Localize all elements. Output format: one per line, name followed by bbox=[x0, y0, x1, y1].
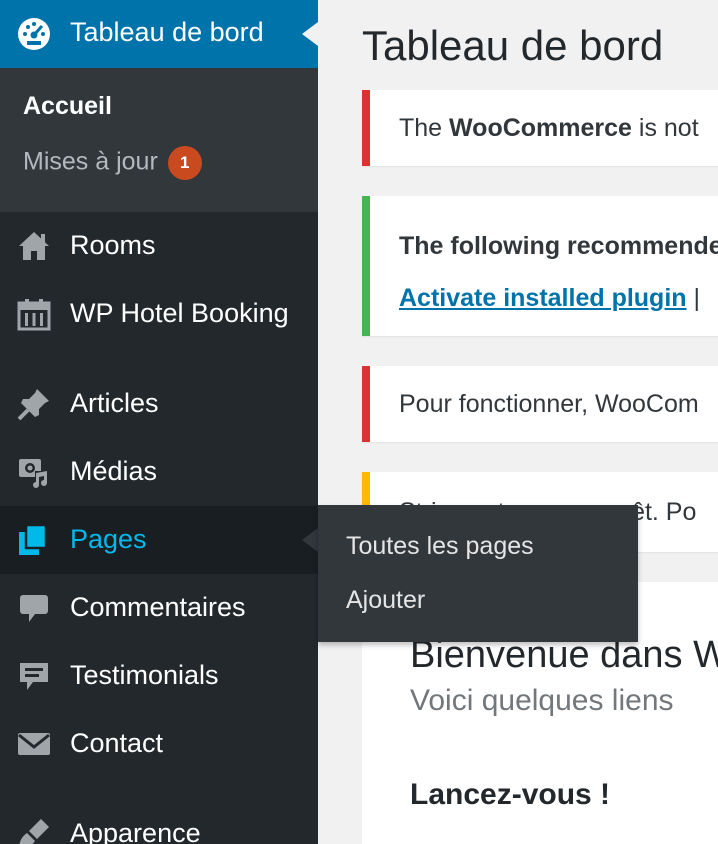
menu-item-medias[interactable]: Médias bbox=[0, 438, 318, 506]
menu-label: WP Hotel Booking bbox=[70, 298, 289, 328]
menu-item-wp-hotel-booking[interactable]: WP Hotel Booking bbox=[0, 280, 318, 348]
menu-label: Commentaires bbox=[70, 592, 246, 622]
menu-item-rooms[interactable]: Rooms bbox=[0, 212, 318, 280]
notice-error-bar bbox=[362, 366, 370, 442]
main-content: Tableau de bord The WooCommerce is not T… bbox=[318, 0, 718, 844]
menu-label: Contact bbox=[70, 728, 164, 758]
menu-label: Pages bbox=[70, 524, 147, 554]
notice-text: Pour fonctionner, WooCom bbox=[399, 390, 699, 418]
menu-item-testimonials[interactable]: Testimonials bbox=[0, 642, 318, 710]
dashboard-submenu: Accueil Mises à jour 1 bbox=[0, 68, 318, 212]
menu-label: Apparence bbox=[70, 818, 201, 844]
notice-prefix: The bbox=[399, 114, 450, 142]
notice-woocommerce: The WooCommerce is not bbox=[362, 90, 718, 166]
flyout-arrow bbox=[302, 528, 318, 552]
flyout-item-all-pages[interactable]: Toutes les pages bbox=[346, 532, 534, 561]
brush-icon bbox=[17, 817, 51, 844]
pages-flyout-menu: Toutes les pages Ajouter bbox=[318, 505, 638, 642]
admin-sidebar: Tableau de bord Accueil Mises à jour 1 Ro… bbox=[0, 0, 318, 844]
menu-item-apparence[interactable]: Apparence bbox=[0, 800, 318, 844]
menu-item-dashboard[interactable]: Tableau de bord bbox=[0, 0, 318, 68]
current-arrow bbox=[302, 22, 318, 46]
notice-recommended-plugins: The following recommended Activate insta… bbox=[362, 196, 718, 336]
calendar-icon bbox=[17, 297, 51, 336]
menu-label: Tableau de bord bbox=[70, 17, 264, 47]
home-icon bbox=[17, 229, 51, 268]
submenu-item-home[interactable]: Accueil bbox=[23, 92, 112, 121]
menu-item-pages[interactable]: Pages bbox=[0, 506, 318, 574]
updates-count-badge: 1 bbox=[167, 146, 202, 180]
page-title: Tableau de bord bbox=[362, 22, 664, 69]
pages-icon bbox=[17, 523, 51, 562]
notice-actions: Activate installed plugin | bbox=[399, 284, 700, 313]
activate-plugin-link[interactable]: Activate installed plugin bbox=[399, 284, 687, 312]
submenu-item-updates[interactable]: Mises à jour 1 bbox=[23, 146, 202, 180]
submenu-updates-label: Mises à jour bbox=[23, 147, 158, 176]
notice-text: The WooCommerce is not bbox=[399, 114, 699, 143]
dashboard-icon bbox=[17, 17, 51, 56]
flyout-item-add[interactable]: Ajouter bbox=[346, 586, 425, 615]
notice-heading: The following recommended bbox=[399, 232, 718, 260]
menu-label: Rooms bbox=[70, 230, 156, 260]
mail-icon bbox=[17, 727, 51, 766]
menu-label: Articles bbox=[70, 388, 159, 418]
media-icon bbox=[17, 455, 51, 494]
menu-label: Médias bbox=[70, 456, 158, 486]
notice-suffix: is not bbox=[631, 114, 699, 142]
menu-label: Testimonials bbox=[70, 660, 219, 690]
notice-success-bar bbox=[362, 196, 370, 336]
notice-separator: | bbox=[686, 284, 701, 312]
testimonial-icon bbox=[17, 659, 51, 698]
welcome-subtitle: Voici quelques liens bbox=[410, 684, 674, 717]
welcome-section-heading: Lancez-vous ! bbox=[410, 778, 611, 811]
menu-item-contact[interactable]: Contact bbox=[0, 710, 318, 778]
comment-icon bbox=[17, 591, 51, 630]
notice-strong: WooCommerce bbox=[449, 114, 632, 142]
menu-item-articles[interactable]: Articles bbox=[0, 370, 318, 438]
pin-icon bbox=[17, 387, 51, 426]
notice-error-bar bbox=[362, 90, 370, 166]
notice-woocommerce-requirement: Pour fonctionner, WooCom bbox=[362, 366, 718, 442]
menu-item-commentaires[interactable]: Commentaires bbox=[0, 574, 318, 642]
